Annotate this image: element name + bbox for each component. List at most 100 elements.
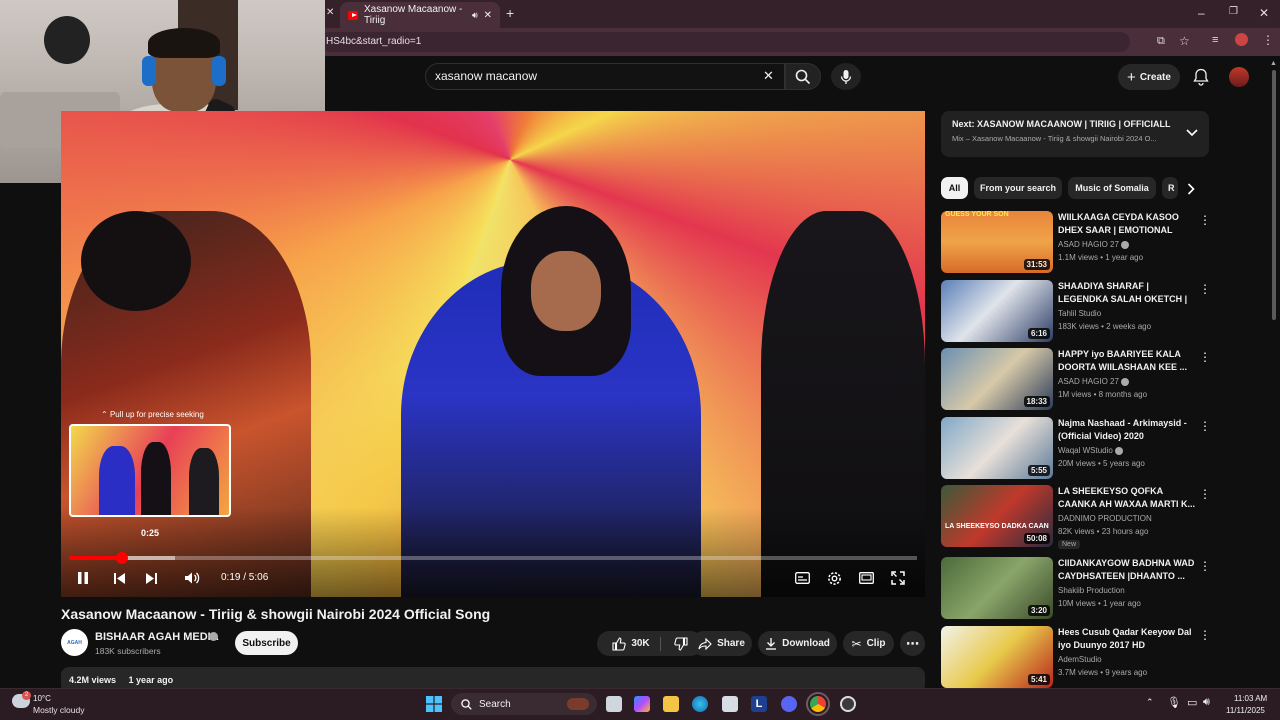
tray-microphone-icon[interactable]: 🎙︎	[1167, 696, 1181, 709]
weather-description[interactable]: Mostly cloudy	[33, 705, 85, 715]
recommendation-channel[interactable]: Tahlil Studio	[1058, 309, 1101, 318]
obs-icon[interactable]	[840, 696, 856, 712]
task-view-icon[interactable]	[606, 696, 622, 712]
search-input[interactable]: xasanow macanow	[425, 63, 785, 90]
media-control-icon[interactable]: ≡	[1212, 34, 1218, 46]
recommendation-item[interactable]: LA SHEEKEYSO DADKA CAAN 50:08 LA SHEEKEYSO…	[941, 485, 1216, 549]
weather-temperature[interactable]: 10°C	[33, 694, 51, 703]
store-icon[interactable]	[722, 696, 738, 712]
browser-tab-active[interactable]: Xasanow Macaanow - Tiriig 🔊︎ ✕	[340, 2, 500, 28]
windows-start-icon[interactable]	[426, 696, 442, 712]
download-button[interactable]: Download	[758, 631, 837, 656]
more-vertical-icon[interactable]: ⋮	[1199, 628, 1211, 642]
more-vertical-icon[interactable]: ⋮	[1199, 487, 1211, 501]
recommendation-title[interactable]: CIIDANKAYGOW BADHNA WAD CAYDHSATEEN |DHA…	[1058, 557, 1196, 583]
recommendation-thumbnail[interactable]: 5:41	[941, 626, 1053, 688]
recommendation-channel[interactable]: ASAD HAGIO 27	[1058, 377, 1130, 386]
recommendation-title[interactable]: SHAADIYA SHARAF | LEGENDKA SALAH OKETCH …	[1058, 280, 1196, 306]
recommendation-channel[interactable]: Waqal WStudio	[1058, 446, 1124, 455]
more-vertical-icon[interactable]: ⋮	[1199, 419, 1211, 433]
chip-all[interactable]: All	[941, 177, 968, 199]
recommendation-item[interactable]: 18:33 HAPPY iyo BAARIYEE KALA DOORTA WIIL…	[941, 348, 1216, 410]
recommendation-channel[interactable]: DADNIMO PRODUCTION	[1058, 514, 1152, 523]
install-app-icon[interactable]: ⧉	[1157, 35, 1165, 48]
chrome-icon[interactable]	[806, 692, 830, 716]
video-player[interactable]	[61, 111, 925, 597]
tray-network-icon[interactable]: ▭	[1187, 696, 1197, 709]
chip-music-of-somalia[interactable]: Music of Somalia	[1068, 177, 1156, 199]
recommendation-thumbnail[interactable]: GUESS YOUR SON 31:53	[941, 211, 1053, 273]
clear-search-icon[interactable]: ✕	[763, 68, 774, 84]
miniplayer-button[interactable]	[858, 570, 874, 586]
recommendation-item[interactable]: 3:20 CIIDANKAYGOW BADHNA WAD CAYDHSATEEN …	[941, 557, 1216, 619]
progress-bar[interactable]	[69, 556, 917, 560]
recommendation-title[interactable]: Hees Cusub Qadar Keeyow Dal iyo Duunyo 2…	[1058, 626, 1196, 652]
close-tab-icon[interactable]: ✕	[326, 7, 334, 18]
recommendation-title[interactable]: WIILKAAGA CEYDA KASOO DHEX SAAR | EMOTIO…	[1058, 211, 1196, 237]
more-vertical-icon[interactable]: ⋮	[1199, 282, 1211, 296]
like-button[interactable]: 30K	[612, 636, 661, 651]
minimize-icon[interactable]: –	[1198, 6, 1205, 20]
file-explorer-icon[interactable]	[663, 696, 679, 712]
profile-avatar-icon[interactable]	[1235, 33, 1248, 46]
progress-scrubber[interactable]	[116, 552, 128, 564]
recommendation-thumbnail[interactable]: 5:55	[941, 417, 1053, 479]
bookmark-star-icon[interactable]: ☆	[1179, 34, 1190, 48]
chip-partial[interactable]: R	[1162, 177, 1178, 199]
recommendation-title[interactable]: LA SHEEKEYSO QOFKA CAANKA AH WAXAA MARTI…	[1058, 485, 1196, 511]
chevron-down-icon[interactable]	[1186, 129, 1198, 137]
channel-avatar[interactable]: AGAH	[61, 629, 88, 656]
recommendation-thumbnail[interactable]: 18:33	[941, 348, 1053, 410]
more-vertical-icon[interactable]: ⋮	[1199, 350, 1211, 364]
browser-menu-icon[interactable]: ⋮	[1262, 33, 1274, 47]
previous-button[interactable]	[111, 570, 127, 586]
voice-search-button[interactable]	[831, 63, 861, 90]
recommendation-item[interactable]: 5:41 Hees Cusub Qadar Keeyow Dal iyo Duun…	[941, 626, 1216, 688]
search-button[interactable]	[785, 63, 821, 90]
new-tab-icon[interactable]: +	[506, 5, 514, 21]
chip-from-your-search[interactable]: From your search	[974, 177, 1062, 199]
account-avatar[interactable]	[1229, 67, 1249, 87]
audio-playing-icon[interactable]: 🔊︎	[472, 10, 478, 21]
recommendation-title[interactable]: HAPPY iyo BAARIYEE KALA DOORTA WIILASHAA…	[1058, 348, 1196, 374]
tray-overflow-chevron-icon[interactable]: ⌃	[1146, 697, 1154, 708]
recommendation-item[interactable]: 5:55 Najma Nashaad - Arkimaysid - (Offici…	[941, 417, 1216, 479]
more-actions-button[interactable]: ⋯	[900, 631, 925, 656]
recommendation-thumbnail[interactable]: LA SHEEKEYSO DADKA CAAN 50:08	[941, 485, 1053, 547]
tab-close-icon[interactable]: ✕	[484, 10, 492, 21]
restore-icon[interactable]: ❐	[1229, 6, 1238, 17]
recommendation-title[interactable]: Najma Nashaad - Arkimaysid - (Official V…	[1058, 417, 1196, 443]
window-close-icon[interactable]: ✕	[1259, 6, 1269, 20]
launcher-app-icon[interactable]: L	[751, 696, 767, 712]
edge-browser-icon[interactable]	[692, 696, 708, 712]
settings-button[interactable]	[826, 570, 842, 586]
chevron-right-icon[interactable]	[1187, 183, 1195, 195]
recommendation-channel[interactable]: Shakiib Production	[1058, 586, 1125, 595]
up-next-mix-card[interactable]: Next: XASANOW MACAANOW | TIRIIG | OFFICI…	[941, 111, 1209, 157]
dislike-button[interactable]	[666, 636, 688, 651]
recommendation-item[interactable]: GUESS YOUR SON 31:53 WIILKAAGA CEYDA KASOO…	[941, 211, 1216, 273]
recommendation-item[interactable]: 6:16 SHAADIYA SHARAF | LEGENDKA SALAH OKE…	[941, 280, 1216, 342]
volume-button[interactable]	[183, 570, 201, 586]
recommendation-channel[interactable]: ASAD HAGIO 27	[1058, 240, 1130, 249]
more-vertical-icon[interactable]: ⋮	[1199, 559, 1211, 573]
recommendation-channel[interactable]: AdemStudio	[1058, 655, 1102, 664]
more-vertical-icon[interactable]: ⋮	[1199, 213, 1211, 227]
notifications-bell-icon[interactable]	[1193, 68, 1209, 86]
clip-button[interactable]: ✂ Clip	[843, 631, 894, 656]
tray-volume-icon[interactable]: 🔊︎	[1203, 696, 1210, 709]
share-button[interactable]: Share	[691, 631, 752, 656]
recommendation-thumbnail[interactable]: 3:20	[941, 557, 1053, 619]
create-button[interactable]: + Create	[1118, 64, 1180, 90]
subscribe-button[interactable]: Subscribe	[235, 631, 298, 655]
scroll-up-arrow-icon[interactable]: ▲	[1270, 60, 1277, 67]
taskbar-search[interactable]: Search	[451, 693, 597, 715]
copilot-icon[interactable]	[634, 696, 650, 712]
discord-icon[interactable]	[781, 696, 797, 712]
taskbar-clock-date[interactable]: 11/11/2025	[1226, 706, 1265, 715]
channel-name[interactable]: BISHAAR AGAH MEDIA	[95, 631, 219, 643]
pause-button[interactable]	[75, 570, 91, 586]
page-scrollbar[interactable]: ▲	[1270, 60, 1278, 690]
taskbar-clock-time[interactable]: 11:03 AM	[1234, 694, 1267, 703]
scroll-thumb[interactable]	[1272, 70, 1276, 320]
